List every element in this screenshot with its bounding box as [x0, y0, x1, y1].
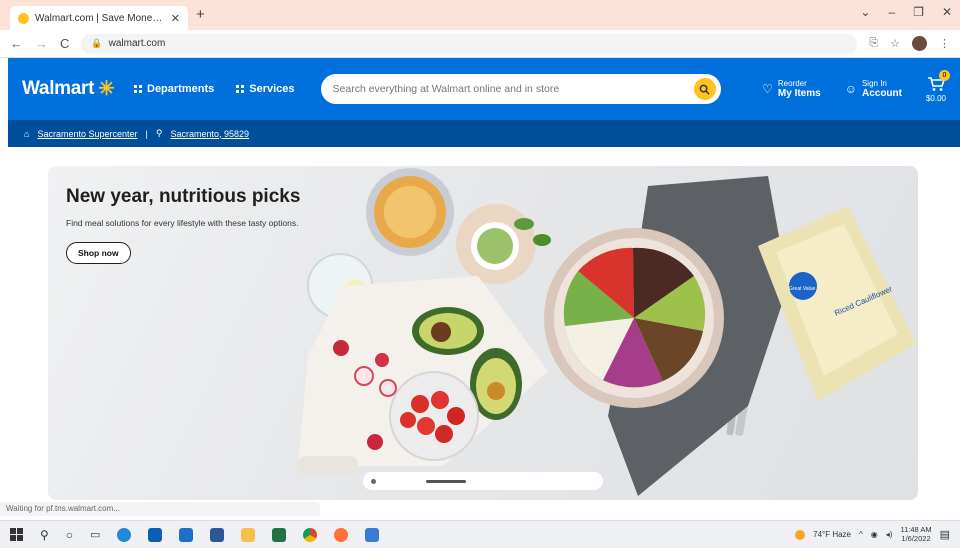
address-bar[interactable]: 🔒 walmart.com [81, 33, 858, 54]
browser-toolbar: ← → C 🔒 walmart.com ⎘ ☆ ⋮ [0, 30, 960, 58]
word-icon[interactable] [210, 527, 225, 542]
reorder-small-label: Reorder [777, 79, 807, 88]
task-view-icon[interactable]: ▭ [90, 528, 100, 541]
tray-chevron-icon[interactable]: ^ [859, 530, 863, 539]
mail-icon[interactable] [179, 527, 194, 542]
reorder-text: Reorder My Items [778, 79, 821, 99]
excel-icon[interactable] [272, 527, 287, 542]
services-label: Services [249, 83, 295, 95]
maximize-button[interactable]: ❐ [913, 5, 924, 19]
windows-start-icon[interactable] [10, 528, 23, 541]
store-link[interactable]: Sacramento Supercenter [37, 129, 137, 139]
forward-icon[interactable]: → [35, 36, 48, 51]
store-location-bar: ⌂ Sacramento Supercenter | ⚲ Sacramento,… [8, 120, 960, 147]
windows-taskbar: ⚲ ○ ▭ 74°F Haze ^ ◉ ◂) 11:48 AM 1/6/2022… [0, 520, 960, 548]
close-window-button[interactable]: ✕ [942, 5, 952, 19]
cart-button[interactable]: 0 $0.00 [925, 69, 950, 103]
window-controls: ⌄ – ❐ ✕ [860, 5, 952, 19]
profile-avatar[interactable] [912, 36, 927, 51]
location-link[interactable]: Sacramento, 95829 [170, 129, 249, 139]
grid-icon [236, 85, 245, 93]
account-big-label: Account [861, 88, 902, 99]
signin-small-label: Sign In [861, 79, 887, 88]
bookmark-star-icon[interactable]: ☆ [890, 37, 900, 50]
taskbar-apps: ⚲ ○ ▭ [10, 527, 380, 542]
grid-icon [134, 85, 142, 93]
cart-total: $0.00 [925, 93, 946, 103]
store-icon: ⌂ [24, 128, 30, 139]
pager-dot[interactable] [371, 478, 376, 484]
logo-text: Walmart [22, 78, 95, 99]
hero-title: New year, nutritious picks [66, 186, 301, 207]
walmart-logo[interactable]: Walmart ✳ [22, 78, 134, 100]
minimize-button[interactable]: – [888, 5, 895, 19]
volume-icon[interactable]: ◂) [886, 530, 893, 539]
separator: | [145, 128, 148, 139]
hero-subtitle: Find meal solutions for every lifestyle … [66, 218, 299, 229]
carousel-pager[interactable] [363, 472, 603, 490]
search-bar [320, 74, 721, 104]
lock-icon: 🔒 [91, 38, 103, 48]
cortana-icon[interactable]: ○ [66, 528, 73, 542]
pager-active-indicator[interactable] [426, 479, 466, 483]
reorder-big-label: My Items [777, 88, 821, 99]
network-icon[interactable]: ◉ [871, 530, 878, 539]
package-brand: Great Value [789, 286, 816, 292]
departments-button[interactable]: Departments [134, 83, 214, 95]
tab-search-icon[interactable]: ⌄ [860, 5, 870, 19]
account-button[interactable]: ☺ Sign In Account [845, 79, 902, 99]
browser-tab[interactable]: Walmart.com | Save Money. Live ✕ [10, 6, 188, 30]
cart-count-badge: 0 [939, 69, 950, 81]
file-explorer-icon[interactable] [241, 527, 256, 542]
outlook-icon[interactable] [365, 527, 380, 542]
browser-tab-strip: Walmart.com | Save Money. Live ✕ + ⌄ – ❐… [0, 0, 960, 30]
account-text: Sign In Account [862, 79, 902, 99]
clock-date: 1/6/2022 [901, 533, 931, 543]
firefox-icon[interactable] [334, 527, 349, 542]
walmart-header: Walmart ✳ Departments Services ♡ Reorder… [8, 58, 960, 120]
search-taskbar-icon[interactable]: ⚲ [40, 528, 49, 542]
share-icon[interactable]: ⎘ [869, 37, 878, 50]
system-tray: 74°F Haze ^ ◉ ◂) 11:48 AM 1/6/2022 ▤ [795, 525, 950, 543]
close-tab-icon[interactable]: ✕ [171, 12, 180, 25]
back-icon[interactable]: ← [10, 36, 23, 51]
weather-text[interactable]: 74°F Haze [813, 530, 851, 539]
new-tab-button[interactable]: + [196, 6, 205, 23]
walmart-favicon-icon [18, 12, 29, 24]
edge-icon[interactable] [117, 527, 132, 542]
shop-now-button[interactable]: Shop now [66, 242, 131, 265]
url-text: walmart.com [108, 38, 166, 49]
reorder-button[interactable]: ♡ Reorder My Items [762, 79, 821, 99]
tab-title: Walmart.com | Save Money. Live [35, 12, 165, 24]
chrome-icon[interactable] [303, 527, 318, 542]
store-app-icon[interactable] [148, 527, 163, 542]
spark-icon: ✳ [98, 78, 115, 100]
header-actions: ♡ Reorder My Items ☺ Sign In Account 0 $… [762, 69, 950, 103]
menu-kebab-icon[interactable]: ⋮ [939, 37, 950, 50]
location-pin-icon: ⚲ [155, 128, 163, 138]
heart-icon: ♡ [762, 82, 773, 96]
notifications-icon[interactable]: ▤ [940, 528, 950, 541]
toolbar-right: ⎘ ☆ ⋮ [869, 36, 950, 51]
clock[interactable]: 11:48 AM 1/6/2022 [900, 525, 931, 543]
departments-label: Departments [147, 83, 215, 95]
services-button[interactable]: Services [236, 83, 295, 95]
person-icon: ☺ [844, 82, 857, 96]
hero-banner[interactable]: Riced Cauliflower Great Value New year, … [48, 166, 918, 500]
hero-text: New year, nutritious picks Find meal sol… [66, 184, 306, 265]
search-button[interactable] [693, 78, 716, 100]
search-icon [699, 84, 710, 95]
weather-sun-icon [795, 529, 806, 540]
search-input[interactable] [332, 83, 694, 95]
reload-icon[interactable]: C [60, 36, 69, 51]
browser-status-bar: Waiting for pf.tns.walmart.com... [0, 502, 320, 516]
